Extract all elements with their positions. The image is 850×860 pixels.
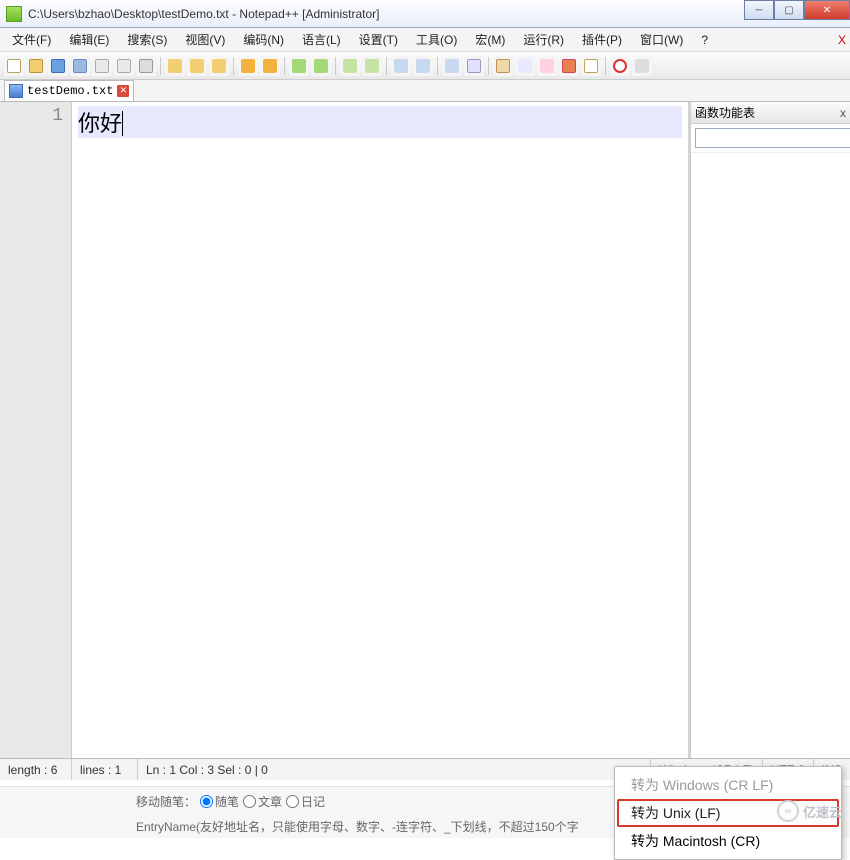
close-button[interactable]: ✕ — [804, 0, 850, 20]
status-cursor: Ln : 1 Col : 3 Sel : 0 | 0 — [138, 759, 651, 780]
sync-v-icon[interactable] — [391, 56, 411, 76]
copy-icon[interactable] — [187, 56, 207, 76]
folder-icon[interactable] — [559, 56, 579, 76]
monitor-icon[interactable] — [581, 56, 601, 76]
menu-file[interactable]: 文件(F) — [4, 29, 59, 50]
function-filter-input[interactable] — [695, 128, 850, 148]
record-icon[interactable] — [610, 56, 630, 76]
maximize-button[interactable]: ▢ — [774, 0, 804, 20]
paste-icon[interactable] — [209, 56, 229, 76]
new-file-icon[interactable] — [4, 56, 24, 76]
ctx-windows: 转为 Windows (CR LF) — [617, 771, 839, 799]
window-title: C:\Users\bzhao\Desktop\testDemo.txt - No… — [28, 7, 379, 21]
play-icon[interactable] — [632, 56, 652, 76]
code-area[interactable]: 你好 — [72, 102, 688, 758]
menu-language[interactable]: 语言(L) — [294, 29, 349, 50]
menu-plugins[interactable]: 插件(P) — [574, 29, 630, 50]
open-file-icon[interactable] — [26, 56, 46, 76]
line-number: 1 — [52, 106, 63, 126]
menu-tools[interactable]: 工具(O) — [408, 29, 465, 50]
undo-icon[interactable] — [238, 56, 258, 76]
menu-help[interactable]: ? — [693, 31, 716, 49]
menu-macro[interactable]: 宏(M) — [467, 29, 513, 50]
panel-close-icon[interactable]: x — [840, 106, 846, 120]
show-all-icon[interactable] — [464, 56, 484, 76]
minimize-button[interactable]: ─ — [744, 0, 774, 20]
text-caret — [122, 111, 123, 136]
save-icon[interactable] — [48, 56, 68, 76]
menu-run[interactable]: 运行(R) — [515, 29, 572, 50]
cut-icon[interactable] — [165, 56, 185, 76]
tab-close-icon[interactable]: ✕ — [117, 85, 129, 97]
status-lines: lines : 1 — [72, 759, 138, 780]
menubar: 文件(F) 编辑(E) 搜索(S) 视图(V) 编码(N) 语言(L) 设置(T… — [0, 28, 850, 52]
menu-close-x[interactable]: X — [838, 33, 846, 47]
ext-opt-suibi[interactable]: 随笔 — [200, 793, 239, 810]
menu-encoding[interactable]: 编码(N) — [235, 29, 292, 50]
tab-label: testDemo.txt — [27, 84, 113, 98]
ctx-mac[interactable]: 转为 Macintosh (CR) — [617, 827, 839, 855]
close-all-icon[interactable] — [114, 56, 134, 76]
save-all-icon[interactable] — [70, 56, 90, 76]
indent-guide-icon[interactable] — [493, 56, 513, 76]
toolbar — [0, 52, 850, 80]
line-gutter: 1 — [0, 102, 72, 758]
redo-icon[interactable] — [260, 56, 280, 76]
app-icon — [6, 6, 22, 22]
replace-icon[interactable] — [311, 56, 331, 76]
ext-opt-wenzhang[interactable]: 文章 — [243, 793, 282, 810]
ext-move-label: 移动随笔： — [136, 793, 196, 810]
ext-opt-riji[interactable]: 日记 — [286, 793, 325, 810]
save-state-icon — [9, 84, 23, 98]
panel-title-label: 函数功能表 — [695, 104, 755, 121]
tab-bar: testDemo.txt ✕ — [0, 80, 850, 102]
wrap-icon[interactable] — [442, 56, 462, 76]
sync-h-icon[interactable] — [413, 56, 433, 76]
print-icon[interactable] — [136, 56, 156, 76]
func-list-icon[interactable] — [515, 56, 535, 76]
close-file-icon[interactable] — [92, 56, 112, 76]
function-list-panel: 函数功能表 x A↓Z — [690, 102, 850, 758]
watermark-icon: ∞ — [777, 800, 799, 822]
status-length: length : 6 — [0, 759, 72, 780]
editor-pane: 1 你好 — [0, 102, 690, 758]
code-line-1: 你好 — [78, 111, 122, 136]
doc-map-icon[interactable] — [537, 56, 557, 76]
menu-settings[interactable]: 设置(T) — [351, 29, 406, 50]
find-icon[interactable] — [289, 56, 309, 76]
file-tab[interactable]: testDemo.txt ✕ — [4, 80, 134, 101]
menu-window[interactable]: 窗口(W) — [632, 29, 691, 50]
menu-search[interactable]: 搜索(S) — [119, 29, 175, 50]
zoom-out-icon[interactable] — [362, 56, 382, 76]
menu-edit[interactable]: 编辑(E) — [61, 29, 117, 50]
watermark: ∞ 亿速云 — [777, 800, 842, 822]
titlebar: C:\Users\bzhao\Desktop\testDemo.txt - No… — [0, 0, 850, 28]
watermark-text: 亿速云 — [803, 802, 842, 821]
menu-view[interactable]: 视图(V) — [177, 29, 233, 50]
zoom-in-icon[interactable] — [340, 56, 360, 76]
window-controls: ─ ▢ ✕ — [744, 0, 850, 20]
